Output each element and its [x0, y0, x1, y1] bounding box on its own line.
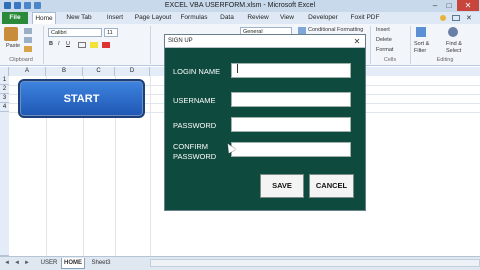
bold-button[interactable]: B: [49, 41, 53, 47]
delete-cells-button[interactable]: Delete: [376, 37, 392, 43]
row-header-4[interactable]: 4: [0, 103, 9, 112]
sheet-nav-prev-icon[interactable]: ◄: [14, 260, 20, 266]
cut-icon[interactable]: [24, 28, 32, 34]
font-name-select[interactable]: Calibri: [48, 28, 102, 37]
tab-view[interactable]: View: [276, 12, 298, 24]
insert-cells-button[interactable]: Insert: [376, 27, 390, 33]
dialog-title: SIGN UP: [168, 38, 193, 44]
save-button[interactable]: SAVE: [260, 174, 304, 198]
find-select-icon[interactable]: [448, 27, 458, 37]
signup-dialog: SIGN UP ✕ LOGIN NAME USERNAME PASSWORD C…: [164, 34, 366, 211]
column-header-a[interactable]: A: [9, 67, 46, 76]
copy-icon[interactable]: [24, 37, 32, 43]
find-select-button-line2[interactable]: Select: [446, 48, 461, 54]
group-divider: [410, 26, 411, 64]
start-button[interactable]: START: [18, 79, 145, 118]
tab-insert[interactable]: Insert: [102, 12, 128, 24]
row-header-1[interactable]: 1: [0, 76, 9, 85]
sort-filter-icon[interactable]: [416, 27, 426, 37]
password-label: PASSWORD: [173, 121, 217, 130]
find-select-button[interactable]: Find &: [446, 41, 462, 47]
ribbon-close-icon[interactable]: ✕: [466, 14, 472, 22]
title-bar: EXCEL VBA USERFORM.xlsm - Microsoft Exce…: [0, 0, 480, 12]
login-name-field[interactable]: [231, 63, 351, 78]
group-divider: [370, 26, 371, 64]
horizontal-scrollbar[interactable]: [150, 259, 480, 267]
column-header-b[interactable]: B: [46, 67, 83, 76]
italic-button[interactable]: I: [58, 41, 60, 47]
dialog-close-button[interactable]: ✕: [351, 35, 363, 48]
username-label: USERNAME: [173, 96, 216, 105]
sheet-tab-user[interactable]: USER: [38, 258, 60, 269]
cancel-button[interactable]: CANCEL: [309, 174, 354, 198]
restore-icon[interactable]: [452, 15, 460, 21]
sheet-nav-next-icon[interactable]: ►: [24, 260, 30, 266]
help-icon[interactable]: [440, 15, 446, 21]
sheet-tab-home[interactable]: HOME: [61, 258, 85, 269]
ribbon-tabs: File Home New Tab Insert Page Layout For…: [0, 12, 480, 24]
paste-icon[interactable]: [4, 27, 18, 41]
sheet-tab-sheet3[interactable]: Sheet3: [87, 258, 115, 269]
font-color-icon[interactable]: [102, 42, 110, 48]
tab-formulas[interactable]: Formulas: [178, 12, 210, 24]
format-painter-icon[interactable]: [24, 46, 32, 52]
maximize-button[interactable]: □: [442, 0, 456, 11]
tab-home[interactable]: Home: [32, 12, 56, 24]
confirm-password-label-line2: PASSWORD: [173, 152, 217, 161]
tab-foxit-pdf[interactable]: Foxit PDF: [346, 12, 384, 24]
underline-button[interactable]: U: [66, 41, 70, 47]
tab-data[interactable]: Data: [216, 12, 238, 24]
username-field[interactable]: [231, 92, 351, 107]
password-field[interactable]: [231, 117, 351, 132]
cells-group-label: Cells: [383, 57, 397, 63]
login-name-label: LOGIN NAME: [173, 67, 221, 76]
text-caret: [237, 64, 238, 73]
tab-new-tab[interactable]: New Tab: [62, 12, 96, 24]
confirm-password-field[interactable]: [231, 142, 351, 157]
font-size-select[interactable]: 11: [104, 28, 118, 37]
row-header-3[interactable]: 3: [0, 94, 9, 103]
clipboard-group-label: Clipboard: [9, 57, 33, 63]
tab-page-layout[interactable]: Page Layout: [132, 12, 174, 24]
column-header-d[interactable]: D: [115, 67, 150, 76]
format-cells-button[interactable]: Format: [376, 47, 393, 53]
tab-review[interactable]: Review: [244, 12, 272, 24]
sheet-nav-first-icon[interactable]: ◄: [4, 260, 10, 266]
conditional-formatting-button[interactable]: Conditional Formatting: [308, 27, 363, 33]
select-all-corner[interactable]: [0, 67, 9, 76]
group-divider: [150, 26, 151, 64]
close-button[interactable]: ✕: [457, 0, 479, 11]
row-header-area: [0, 112, 9, 256]
confirm-password-label: CONFIRM: [173, 142, 208, 151]
paste-button[interactable]: Paste: [6, 43, 20, 49]
borders-icon[interactable]: [78, 42, 86, 48]
sort-filter-button[interactable]: Sort &: [414, 41, 429, 47]
sort-filter-button-line2[interactable]: Filter: [414, 48, 426, 54]
window-title: EXCEL VBA USERFORM.xlsm - Microsoft Exce…: [164, 2, 316, 9]
editing-group-label: Editing: [436, 57, 454, 63]
column-header-c[interactable]: C: [83, 67, 115, 76]
tab-file[interactable]: File: [2, 12, 28, 24]
group-divider: [43, 26, 44, 64]
tab-developer[interactable]: Developer: [304, 12, 342, 24]
fill-color-icon[interactable]: [90, 42, 98, 48]
row-header-2[interactable]: 2: [0, 85, 9, 94]
dialog-title-bar[interactable]: SIGN UP ✕: [165, 35, 365, 48]
minimize-button[interactable]: –: [428, 0, 442, 11]
